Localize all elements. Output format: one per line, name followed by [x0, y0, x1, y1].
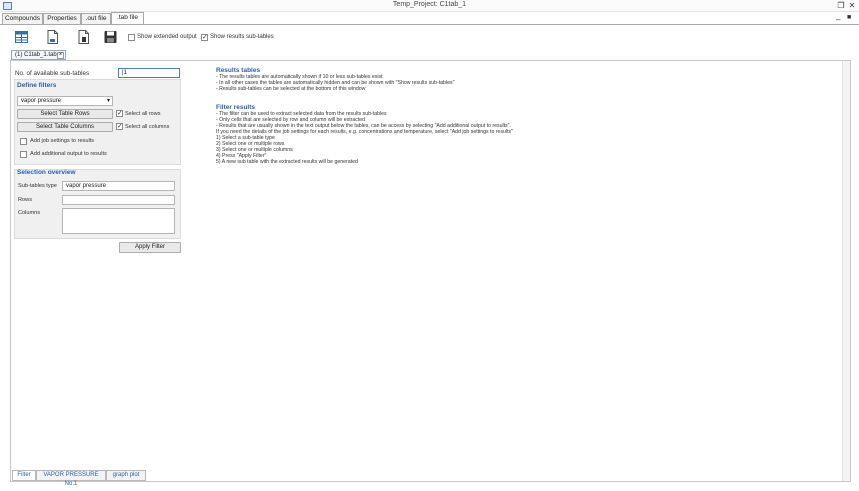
window-title: Temp_Project: C1tab_1 [392, 1, 467, 8]
minimize-icon[interactable]: – [836, 15, 840, 24]
select-all-rows-label: Select all rows [125, 111, 161, 117]
show-results-subtables-checkbox[interactable] [201, 33, 208, 41]
rows-label: Rows [18, 197, 32, 203]
close-icon[interactable]: ✕ [847, 0, 857, 11]
show-results-subtables-label: Show results sub-tables [210, 34, 274, 40]
tab-graph-plot[interactable]: graph plot [106, 470, 146, 481]
document-tab[interactable]: (1) C1tab_1.tab × [11, 50, 66, 60]
select-all-columns-label: Select all columns [125, 124, 170, 130]
subtable-type-value: vapor pressure [21, 98, 62, 104]
vertical-scrollbar[interactable] [842, 61, 850, 481]
columns-field[interactable] [62, 208, 175, 234]
select-all-rows-checkbox[interactable] [116, 109, 123, 117]
available-subtables-label: No. of available sub-tables [15, 70, 90, 77]
subtables-type-field[interactable]: vapor pressure [62, 181, 175, 191]
tab-divider [0, 24, 859, 25]
document-icon[interactable] [46, 30, 59, 44]
chevron-down-icon: ▾ [106, 98, 110, 104]
table-icon[interactable] [15, 30, 28, 44]
add-additional-output-label: Add additional output to results [30, 151, 107, 157]
results-help-line: - Results sub-tables can be selected at … [216, 86, 366, 92]
tab-filter[interactable]: Filter [12, 470, 36, 481]
subtables-type-label: Sub-tables type [18, 183, 57, 189]
filter-results-heading: Filter results [216, 104, 256, 111]
columns-label: Columns [18, 210, 41, 216]
filter-help-line: 5) A new sub table with the extracted re… [216, 159, 358, 165]
selection-overview-heading: Selection overview [17, 169, 76, 176]
select-all-columns-checkbox[interactable] [116, 122, 123, 130]
document-lock-icon[interactable] [77, 30, 90, 44]
tab-vapor-pressure[interactable]: VAPOR PRESSURE No.1 [36, 470, 106, 487]
rows-field[interactable] [62, 195, 175, 205]
maximize-icon[interactable]: ■ [847, 14, 851, 21]
available-subtables-field[interactable]: |1 [118, 68, 180, 78]
select-table-columns-button[interactable]: Select Table Columns [17, 122, 113, 132]
add-job-settings-checkbox[interactable] [20, 138, 27, 145]
define-filters-heading: Define filters [17, 82, 57, 89]
subtable-type-dropdown[interactable]: vapor pressure ▾ [17, 96, 113, 106]
apply-filter-button[interactable]: Apply Filter [119, 242, 181, 253]
document-tab-label: (1) C1tab_1.tab [15, 52, 57, 58]
close-tab-icon[interactable]: × [57, 52, 64, 59]
add-additional-output-checkbox[interactable] [20, 151, 27, 158]
show-extended-output-checkbox[interactable] [128, 34, 135, 41]
select-table-rows-button[interactable]: Select Table Rows [17, 109, 113, 119]
save-icon[interactable] [104, 30, 117, 44]
show-extended-output-label: Show extended output [137, 34, 197, 40]
add-job-settings-label: Add job settings to results [30, 138, 95, 144]
results-tables-heading: Results tables [216, 67, 261, 74]
restore-icon[interactable]: ❐ [836, 0, 846, 11]
title-bar: Temp_Project: C1tab_1 ❐ ✕ [0, 0, 859, 12]
